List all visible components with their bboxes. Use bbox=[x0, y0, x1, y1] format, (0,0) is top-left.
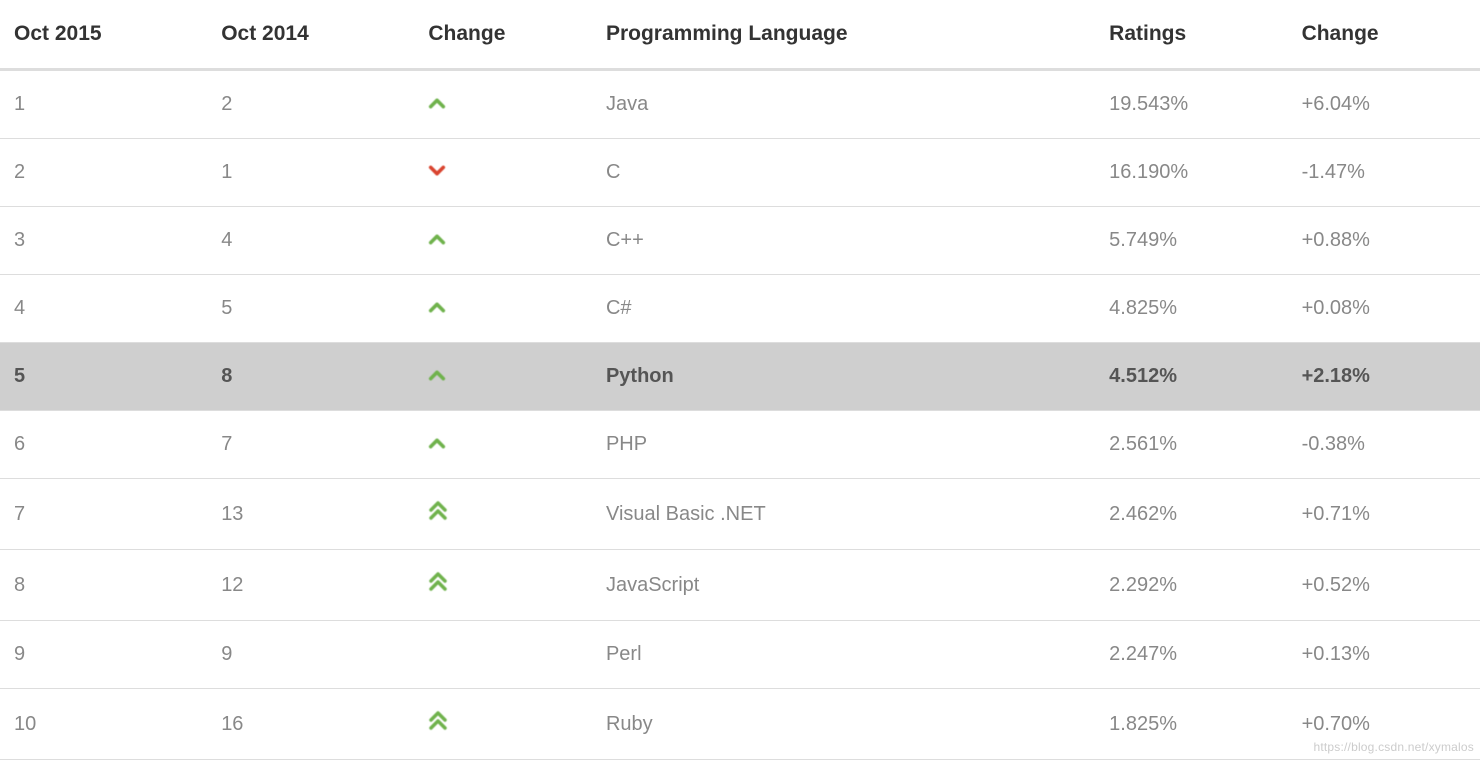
cell-language: Ruby bbox=[592, 689, 1095, 760]
cell-ratings: 1.825% bbox=[1095, 689, 1287, 760]
cell-change: +0.08% bbox=[1288, 275, 1480, 343]
cell-ratings: 2.247% bbox=[1095, 621, 1287, 689]
cell-trend-icon bbox=[414, 343, 592, 411]
cell-trend-icon bbox=[414, 275, 592, 343]
double-chevron-up-icon bbox=[428, 711, 448, 731]
tiobe-index-table: Oct 2015 Oct 2014 Change Programming Lan… bbox=[0, 0, 1480, 760]
cell-trend-icon bbox=[414, 70, 592, 139]
cell-rank-2015: 10 bbox=[0, 689, 207, 760]
cell-rank-2014: 16 bbox=[207, 689, 414, 760]
cell-ratings: 2.292% bbox=[1095, 550, 1287, 621]
cell-change: +0.13% bbox=[1288, 621, 1480, 689]
cell-rank-2015: 6 bbox=[0, 411, 207, 479]
cell-rank-2015: 2 bbox=[0, 139, 207, 207]
table-row: 99 Perl2.247%+0.13% bbox=[0, 621, 1480, 689]
cell-ratings: 4.512% bbox=[1095, 343, 1287, 411]
cell-rank-2014: 9 bbox=[207, 621, 414, 689]
chevron-up-icon bbox=[428, 436, 446, 450]
cell-trend-icon bbox=[414, 139, 592, 207]
table-row: 12 Java19.543%+6.04% bbox=[0, 70, 1480, 139]
cell-rank-2015: 3 bbox=[0, 207, 207, 275]
cell-language: C# bbox=[592, 275, 1095, 343]
cell-ratings: 2.462% bbox=[1095, 479, 1287, 550]
cell-change: +0.52% bbox=[1288, 550, 1480, 621]
cell-ratings: 19.543% bbox=[1095, 70, 1287, 139]
table-header-row: Oct 2015 Oct 2014 Change Programming Lan… bbox=[0, 0, 1480, 70]
cell-change: -0.38% bbox=[1288, 411, 1480, 479]
table-row: 34 C++5.749%+0.88% bbox=[0, 207, 1480, 275]
table-row: 58 Python4.512%+2.18% bbox=[0, 343, 1480, 411]
cell-rank-2014: 8 bbox=[207, 343, 414, 411]
header-language: Programming Language bbox=[592, 0, 1095, 70]
cell-trend-icon bbox=[414, 621, 592, 689]
cell-rank-2014: 4 bbox=[207, 207, 414, 275]
cell-rank-2014: 2 bbox=[207, 70, 414, 139]
header-oct-2014: Oct 2014 bbox=[207, 0, 414, 70]
chevron-down-icon bbox=[428, 164, 446, 178]
cell-language: Python bbox=[592, 343, 1095, 411]
cell-rank-2015: 9 bbox=[0, 621, 207, 689]
chevron-up-icon bbox=[428, 368, 446, 382]
cell-trend-icon bbox=[414, 411, 592, 479]
table-row: 21 C16.190%-1.47% bbox=[0, 139, 1480, 207]
cell-change: +0.88% bbox=[1288, 207, 1480, 275]
double-chevron-up-icon bbox=[428, 572, 448, 592]
cell-language: Java bbox=[592, 70, 1095, 139]
cell-rank-2015: 1 bbox=[0, 70, 207, 139]
cell-rank-2014: 13 bbox=[207, 479, 414, 550]
cell-trend-icon bbox=[414, 207, 592, 275]
double-chevron-up-icon bbox=[428, 501, 448, 521]
cell-rank-2014: 5 bbox=[207, 275, 414, 343]
cell-language: C++ bbox=[592, 207, 1095, 275]
chevron-up-icon bbox=[428, 300, 446, 314]
cell-change: +6.04% bbox=[1288, 70, 1480, 139]
header-change-icon: Change bbox=[414, 0, 592, 70]
table-row: 45 C#4.825%+0.08% bbox=[0, 275, 1480, 343]
watermark-text: https://blog.csdn.net/xymalos bbox=[1313, 740, 1474, 754]
cell-rank-2014: 1 bbox=[207, 139, 414, 207]
cell-language: C bbox=[592, 139, 1095, 207]
cell-trend-icon bbox=[414, 550, 592, 621]
cell-language: JavaScript bbox=[592, 550, 1095, 621]
cell-rank-2015: 5 bbox=[0, 343, 207, 411]
cell-rank-2015: 7 bbox=[0, 479, 207, 550]
cell-ratings: 2.561% bbox=[1095, 411, 1287, 479]
cell-language: Visual Basic .NET bbox=[592, 479, 1095, 550]
cell-change: +0.71% bbox=[1288, 479, 1480, 550]
cell-rank-2015: 8 bbox=[0, 550, 207, 621]
cell-change: +2.18% bbox=[1288, 343, 1480, 411]
cell-trend-icon bbox=[414, 689, 592, 760]
cell-rank-2015: 4 bbox=[0, 275, 207, 343]
table-row: 812 JavaScript2.292%+0.52% bbox=[0, 550, 1480, 621]
cell-language: Perl bbox=[592, 621, 1095, 689]
cell-change: -1.47% bbox=[1288, 139, 1480, 207]
header-oct-2015: Oct 2015 bbox=[0, 0, 207, 70]
cell-ratings: 4.825% bbox=[1095, 275, 1287, 343]
table-row: 713 Visual Basic .NET2.462%+0.71% bbox=[0, 479, 1480, 550]
table-row: 1016Ruby1.825%+0.70% bbox=[0, 689, 1480, 760]
cell-rank-2014: 12 bbox=[207, 550, 414, 621]
cell-ratings: 5.749% bbox=[1095, 207, 1287, 275]
header-change: Change bbox=[1288, 0, 1480, 70]
cell-trend-icon bbox=[414, 479, 592, 550]
chevron-up-icon bbox=[428, 96, 446, 110]
cell-ratings: 16.190% bbox=[1095, 139, 1287, 207]
cell-language: PHP bbox=[592, 411, 1095, 479]
header-ratings: Ratings bbox=[1095, 0, 1287, 70]
cell-rank-2014: 7 bbox=[207, 411, 414, 479]
chevron-up-icon bbox=[428, 232, 446, 246]
table-row: 67 PHP2.561%-0.38% bbox=[0, 411, 1480, 479]
